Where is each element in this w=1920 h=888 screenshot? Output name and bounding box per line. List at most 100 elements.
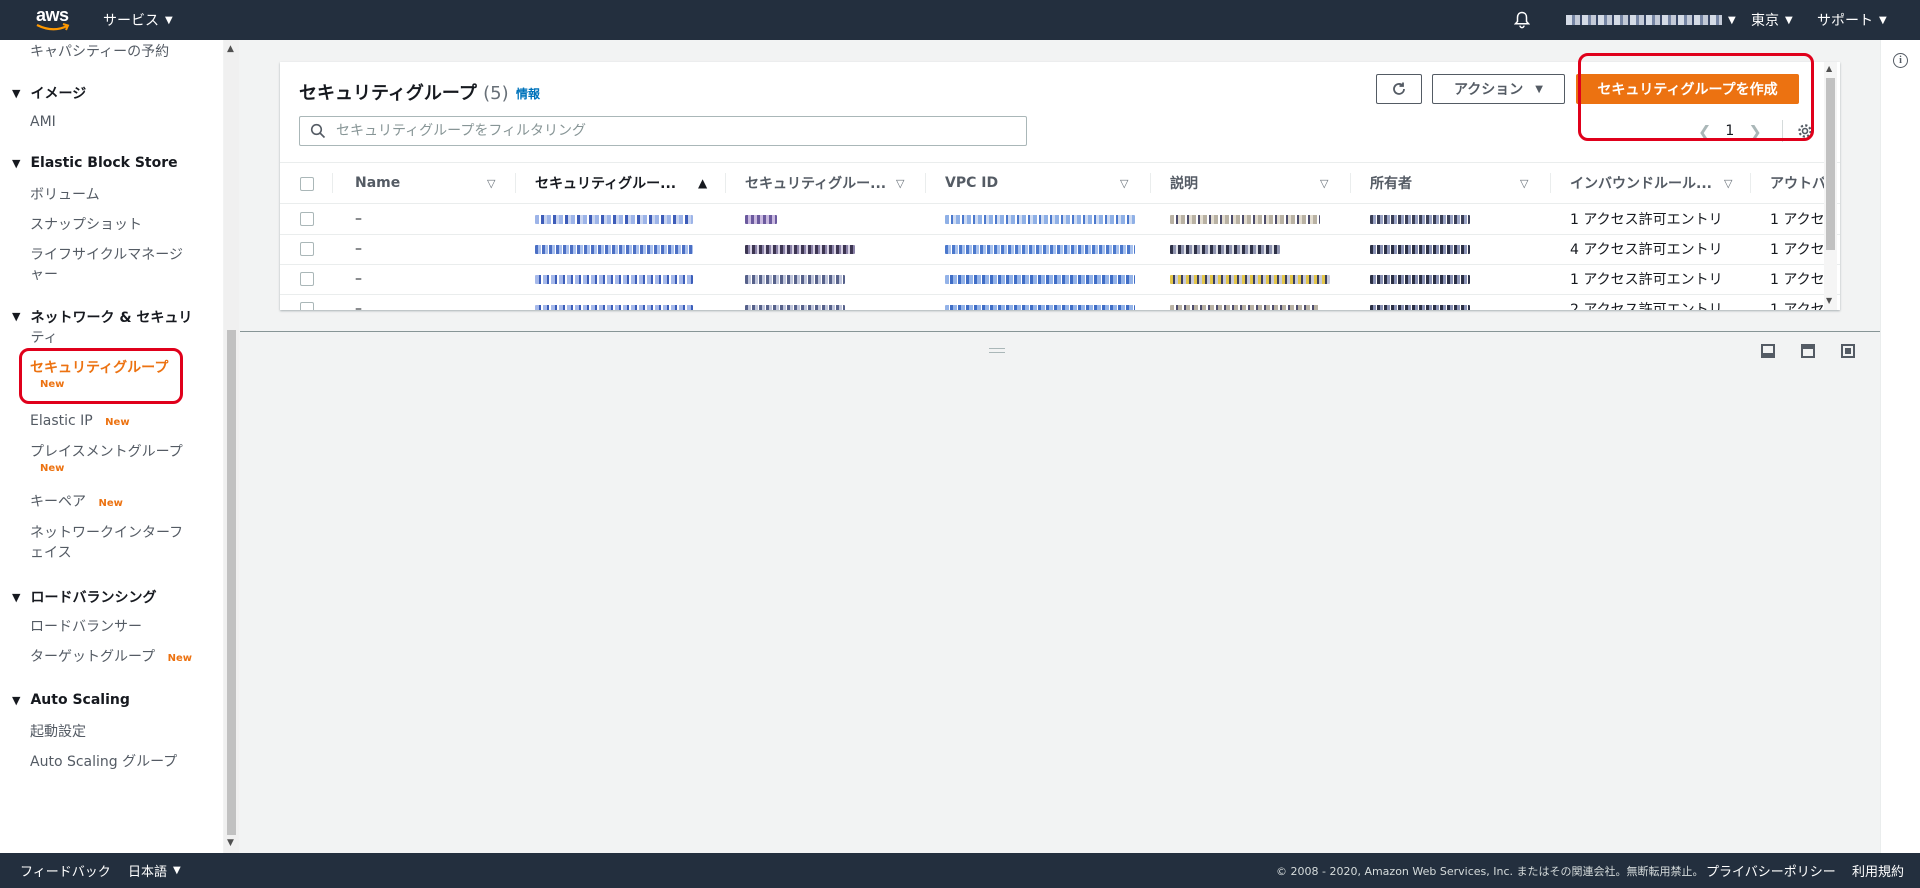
column-separator [332,173,333,193]
sort-ascending-icon: ▲ [698,176,708,190]
sidebar-item-ami[interactable]: AMI [30,112,56,132]
sidebar-section-images[interactable]: ▼ イメージ [12,83,86,103]
sidebar-item-target-groups[interactable]: ターゲットグループ New [30,647,192,669]
caret-down-icon: ▼ [1728,14,1736,26]
cell-group-id-redacted[interactable] [535,234,693,264]
search-input[interactable] [334,122,998,140]
sidebar-section-auto-scaling[interactable]: ▼ Auto Scaling [12,692,130,708]
cell-group-id-redacted[interactable] [535,264,693,294]
sort-icon: ▽ [896,176,905,190]
cell-group-name-redacted [745,204,777,234]
column-separator [1550,173,1551,193]
panel-bottom-icon[interactable] [1761,344,1775,358]
sidebar-item-volumes[interactable]: ボリューム [30,185,100,205]
account-menu[interactable]: ▼ [1566,0,1736,40]
cell-owner-redacted [1370,294,1470,310]
sidebar-section-network-security[interactable]: ▼ ネットワーク & セキュリ ティ [12,307,192,347]
cell-vpc-id-redacted[interactable] [945,204,1135,234]
row-checkbox[interactable] [300,272,314,286]
scroll-up-arrow-icon[interactable]: ▲ [227,44,234,54]
row-checkbox[interactable] [300,212,314,226]
bell-icon [1514,11,1530,29]
cell-vpc-id-redacted[interactable] [945,264,1135,294]
refresh-button[interactable] [1376,74,1422,104]
cell-outbound-rules: 1 アクセ [1770,272,1825,288]
sidebar-item-elastic-ip[interactable]: Elastic IP New [30,411,130,433]
copyright-text: © 2008 - 2020, Amazon Web Services, Inc.… [1276,864,1704,878]
scroll-down-arrow-icon[interactable]: ▼ [227,838,234,848]
sidebar-item-key-pairs[interactable]: キーペア New [30,492,123,514]
table-row[interactable]: – 1 アクセス許可エントリ 1 アクセ [280,204,1840,235]
table-row[interactable]: – 4 アクセス許可エントリ 1 アクセ [280,234,1840,265]
info-icon[interactable]: i [1893,53,1908,68]
cell-group-id-redacted[interactable] [535,204,693,234]
table-scrollbar-thumb[interactable] [1826,78,1835,250]
sidebar-item-auto-scaling-groups[interactable]: Auto Scaling グループ [30,752,177,772]
table-header: Name ▽ セキュリティグルー... ▲ セキュリティグルー... ▽ VPC… [280,162,1840,204]
column-header-description[interactable]: 説明 ▽ [1170,163,1350,203]
column-header-group-id[interactable]: セキュリティグルー... ▲ [535,163,725,203]
triangle-down-icon: ▼ [12,86,21,100]
scroll-up-arrow-icon[interactable]: ▲ [1826,64,1832,73]
table-row[interactable]: – 2 アクセス許可エントリ 1 アクセ [280,294,1840,310]
sidebar-item-lifecycle-manager[interactable]: ライフサイクルマネージ ャー [30,245,183,285]
right-tools-rail [1880,40,1920,853]
sidebar-item-load-balancers[interactable]: ロードバランサー [30,617,142,637]
cell-name: – [355,301,362,310]
column-header-owner[interactable]: 所有者 ▽ [1370,163,1550,203]
actions-button[interactable]: アクション ▼ [1432,74,1565,104]
notifications-bell[interactable] [1514,0,1530,40]
scroll-down-arrow-icon[interactable]: ▼ [1826,296,1832,305]
new-badge: New [98,498,123,509]
sidebar-item-snapshots[interactable]: スナップショット [30,215,142,235]
terms-of-use-link[interactable]: 利用規約 [1852,853,1904,888]
cell-group-name-redacted [745,264,845,294]
sidebar-scrollbar-thumb[interactable] [227,330,236,835]
cell-inbound-rules: 1 アクセス許可エントリ [1570,212,1723,228]
info-link[interactable]: 情報 [516,85,540,102]
table-row[interactable]: – 1 アクセス許可エントリ 1 アクセ [280,264,1840,295]
cell-owner-redacted [1370,234,1470,264]
feedback-link[interactable]: フィードバック [20,853,111,888]
new-badge: New [105,417,130,428]
cell-name: – [355,211,362,227]
drag-handle-icon[interactable] [989,348,1005,353]
services-menu[interactable]: サービス ▼ [103,0,173,40]
cell-owner-redacted [1370,264,1470,294]
panel-full-icon[interactable] [1841,344,1855,358]
search-icon [310,123,326,139]
column-header-name[interactable]: Name ▽ [355,163,505,203]
column-header-group-name[interactable]: セキュリティグルー... ▽ [745,163,925,203]
column-header-vpc-id[interactable]: VPC ID ▽ [945,163,1150,203]
cell-vpc-id-redacted[interactable] [945,294,1135,310]
sidebar-item-capacity-reservations[interactable]: キャパシティーの予約 [30,42,169,62]
cell-group-id-redacted[interactable] [535,294,693,310]
sidebar-section-load-balancing[interactable]: ▼ ロードバランシング [12,587,156,607]
panel-top-icon[interactable] [1801,344,1815,358]
column-separator [925,173,926,193]
aws-logo[interactable]: aws [34,5,74,33]
aws-smile-icon [36,23,70,31]
column-header-inbound-rules[interactable]: インバウンドルール... ▽ [1570,163,1750,203]
support-menu[interactable]: サポート ▼ [1817,0,1887,40]
sidebar-section-ebs[interactable]: ▼ Elastic Block Store [12,155,178,171]
caret-down-icon: ▼ [173,865,181,876]
cell-outbound-rules: 1 アクセ [1770,212,1825,228]
row-checkbox[interactable] [300,302,314,310]
sidebar-item-network-interfaces[interactable]: ネットワークインターフ ェイス [30,523,183,563]
caret-down-icon: ▼ [1535,83,1543,95]
sidebar-item-placement-groups[interactable]: プレイスメントグループ New [30,442,183,476]
region-menu[interactable]: 東京 ▼ [1751,0,1793,40]
filter-search[interactable] [299,116,1027,146]
row-checkbox[interactable] [300,242,314,256]
select-all-checkbox[interactable] [300,177,314,191]
cell-vpc-id-redacted[interactable] [945,234,1135,264]
language-selector[interactable]: 日本語 ▼ [128,853,181,888]
sidebar-item-launch-configurations[interactable]: 起動設定 [30,722,86,742]
cell-outbound-rules: 1 アクセ [1770,242,1825,258]
privacy-policy-link[interactable]: プライバシーポリシー [1706,853,1836,888]
panel-full-icon-inner [1845,348,1851,354]
triangle-down-icon: ▼ [12,693,21,707]
column-separator [1350,173,1351,193]
cell-description-redacted [1170,234,1280,264]
